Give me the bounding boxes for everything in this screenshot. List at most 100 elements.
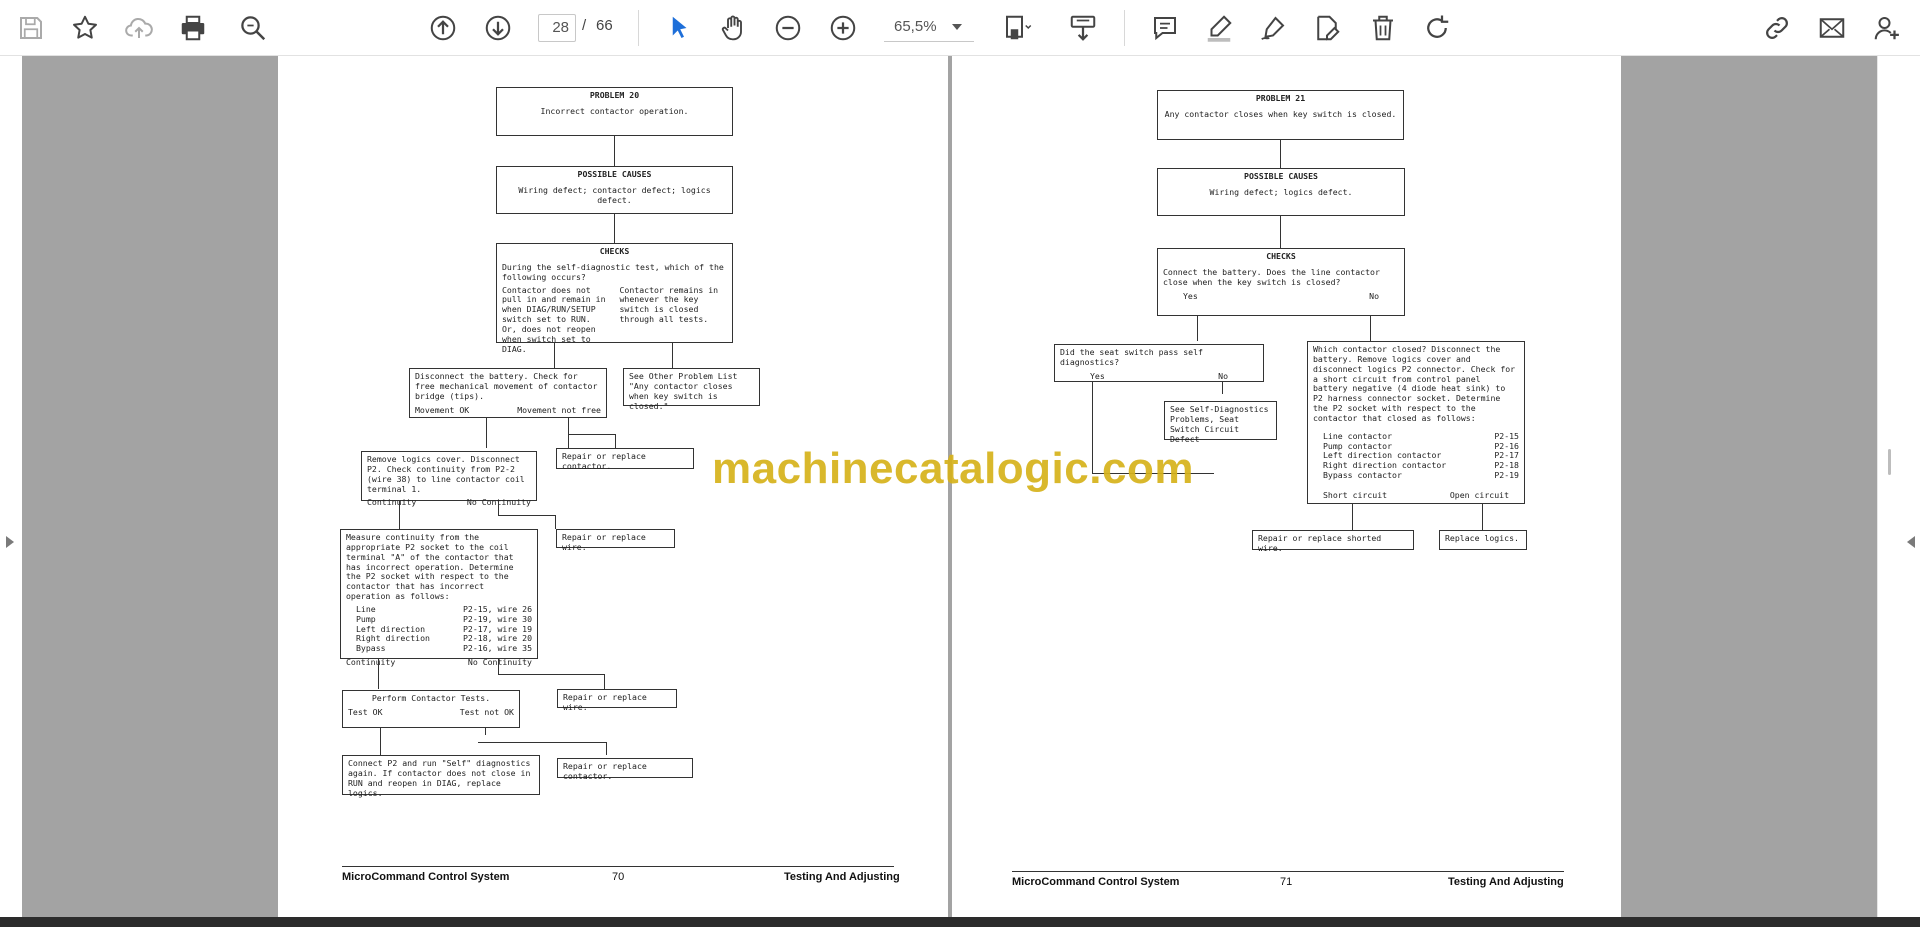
problem-title: PROBLEM 21: [1255, 93, 1306, 103]
page-separator: /: [582, 17, 587, 34]
no-label: No: [1369, 290, 1379, 301]
next-page-icon[interactable]: [481, 11, 515, 45]
print-icon[interactable]: [176, 11, 210, 45]
yes-label: Yes: [1183, 290, 1198, 301]
repair-contactor-box-2: Repair or replace contactor.: [557, 758, 693, 781]
flow-line: [1280, 216, 1281, 248]
flow-line: [1280, 140, 1281, 168]
checks-columns: Contactor does not pull in and remain in…: [502, 284, 727, 355]
flow-line: [615, 434, 616, 448]
repair-shorted-text: Repair or replace shorted wire.: [1258, 533, 1382, 553]
disconnect-battery-box: Disconnect the battery. Check for free m…: [409, 368, 607, 418]
disconnect-text: Disconnect the battery. Check for free m…: [415, 371, 598, 401]
measure-text: Measure continuity from the appropriate …: [346, 532, 514, 602]
left-panel-gutter: [0, 56, 22, 917]
problem-title: PROBLEM 20: [589, 90, 640, 100]
measure-socket-list: Line P2-15, wire 26 Pump P2-19, wire 30 Le…: [356, 604, 532, 654]
expand-left-panel-icon[interactable]: [6, 536, 14, 548]
select-cursor-icon[interactable]: [662, 11, 696, 45]
causes-text: Wiring defect; logics defect.: [1209, 186, 1353, 197]
footer-rule: [342, 866, 894, 867]
repair-wire-box-2: Repair or replace wire.: [557, 689, 677, 712]
zoom-search-icon[interactable]: [236, 11, 270, 45]
flow-line: [1222, 382, 1223, 394]
expand-right-panel-icon[interactable]: [1907, 536, 1915, 548]
email-icon[interactable]: [1815, 11, 1849, 45]
problem-20-box: PROBLEM 20 Incorrect contactor operation…: [496, 87, 733, 136]
checks-option-right: Contactor remains in whenever the key sw…: [619, 284, 719, 325]
flow-line: [1482, 504, 1483, 530]
toolbar-divider: [1124, 10, 1125, 46]
flow-line: [568, 434, 615, 435]
window-bottom-bar: [0, 917, 1920, 927]
checks-intro: During the self-diagnostic test, which o…: [502, 261, 724, 282]
checks-text: Connect the battery. Does the line conta…: [1163, 266, 1380, 287]
flow-line: [1197, 316, 1198, 341]
page-footer-title: MicroCommand Control System: [342, 871, 510, 883]
repair-wire-text: Repair or replace wire.: [563, 692, 647, 712]
connect-p2-text: Connect P2 and run "Self" diagnostics ag…: [348, 758, 531, 798]
flow-line: [1352, 504, 1353, 530]
seat-switch-text: Did the seat switch pass self diagnostic…: [1060, 347, 1203, 367]
repair-contactor-text: Repair or replace contactor.: [563, 761, 647, 781]
flow-line: [614, 136, 615, 166]
delete-icon[interactable]: [1366, 11, 1400, 45]
movement-not-free-label: Movement not free: [517, 404, 601, 415]
redo-icon[interactable]: [1420, 11, 1454, 45]
flow-line: [672, 343, 673, 368]
causes-title: POSSIBLE CAUSES: [577, 169, 652, 179]
repair-contactor-box: Repair or replace contactor.: [556, 448, 694, 471]
upload-cloud-icon[interactable]: [122, 11, 156, 45]
measure-continuity-box: Measure continuity from the appropriate …: [340, 529, 538, 667]
repair-wire-box: Repair or replace wire.: [556, 529, 675, 552]
highlight-pen-icon[interactable]: [1202, 11, 1236, 45]
checks-option-left: Contactor does not pull in and remain in…: [502, 284, 606, 354]
perform-tests-box: Perform Contactor Tests. Test OK Test not…: [342, 690, 520, 728]
possible-causes-box: POSSIBLE CAUSES Wiring defect; contactor…: [496, 166, 733, 214]
list-item: Bypass P2-16, wire 35: [356, 643, 532, 654]
flow-line: [486, 418, 487, 448]
fit-page-icon[interactable]: [1000, 11, 1034, 45]
scrollbar-thumb[interactable]: [1888, 449, 1891, 475]
flow-line: [1370, 316, 1371, 341]
edit-doc-icon[interactable]: [1310, 11, 1344, 45]
add-user-icon[interactable]: [1870, 11, 1904, 45]
chevron-down-icon[interactable]: [952, 24, 962, 30]
page-footer-section: Testing And Adjusting: [1448, 876, 1564, 888]
checks-box: CHECKS Connect the battery. Does the lin…: [1157, 248, 1405, 316]
repair-contactor-text: Repair or replace contactor.: [562, 451, 646, 471]
hand-pan-icon[interactable]: [716, 11, 750, 45]
replace-logics-box: Replace logics.: [1439, 530, 1527, 550]
movement-ok-label: Movement OK: [415, 404, 470, 415]
flow-line: [498, 659, 499, 674]
bookmark-star-icon[interactable]: [68, 11, 102, 45]
zoom-in-icon[interactable]: [826, 11, 860, 45]
download-icon[interactable]: [1066, 11, 1100, 45]
which-contactor-box: Which contactor closed? Disconnect the b…: [1307, 341, 1525, 504]
flow-line: [555, 515, 556, 529]
flow-line: [604, 674, 605, 689]
flow-line: [498, 515, 555, 516]
flow-line: [568, 418, 569, 448]
perform-tests-text: Perform Contactor Tests.: [371, 693, 491, 703]
causes-title: POSSIBLE CAUSES: [1244, 171, 1318, 181]
link-icon[interactable]: [1760, 11, 1794, 45]
comment-icon[interactable]: [1148, 11, 1182, 45]
connect-p2-box: Connect P2 and run "Self" diagnostics ag…: [342, 755, 540, 798]
flow-line: [614, 214, 615, 243]
document-viewer[interactable]: PROBLEM 20 Incorrect contactor operation…: [0, 56, 1920, 917]
causes-text: Wiring defect; contactor defect; logics …: [518, 184, 711, 205]
page-number-input[interactable]: 28: [538, 14, 576, 42]
continuity-label: Continuity: [367, 497, 417, 508]
open-circuit-label: Open circuit: [1449, 489, 1509, 500]
sign-icon[interactable]: [1256, 11, 1290, 45]
footer-rule: [1012, 871, 1564, 872]
toolbar: 28 / 66 65,5%: [0, 0, 1920, 56]
previous-page-icon[interactable]: [426, 11, 460, 45]
zoom-out-icon[interactable]: [771, 11, 805, 45]
seat-switch-box: Did the seat switch pass self diagnostic…: [1054, 344, 1264, 382]
save-icon[interactable]: [14, 11, 48, 45]
problem-21-box: PROBLEM 21 Any contactor closes when key…: [1157, 90, 1404, 140]
list-item: Bypass contactor P2-19: [1323, 470, 1519, 481]
watermark-text: machinecatalogic.com: [712, 444, 1194, 493]
